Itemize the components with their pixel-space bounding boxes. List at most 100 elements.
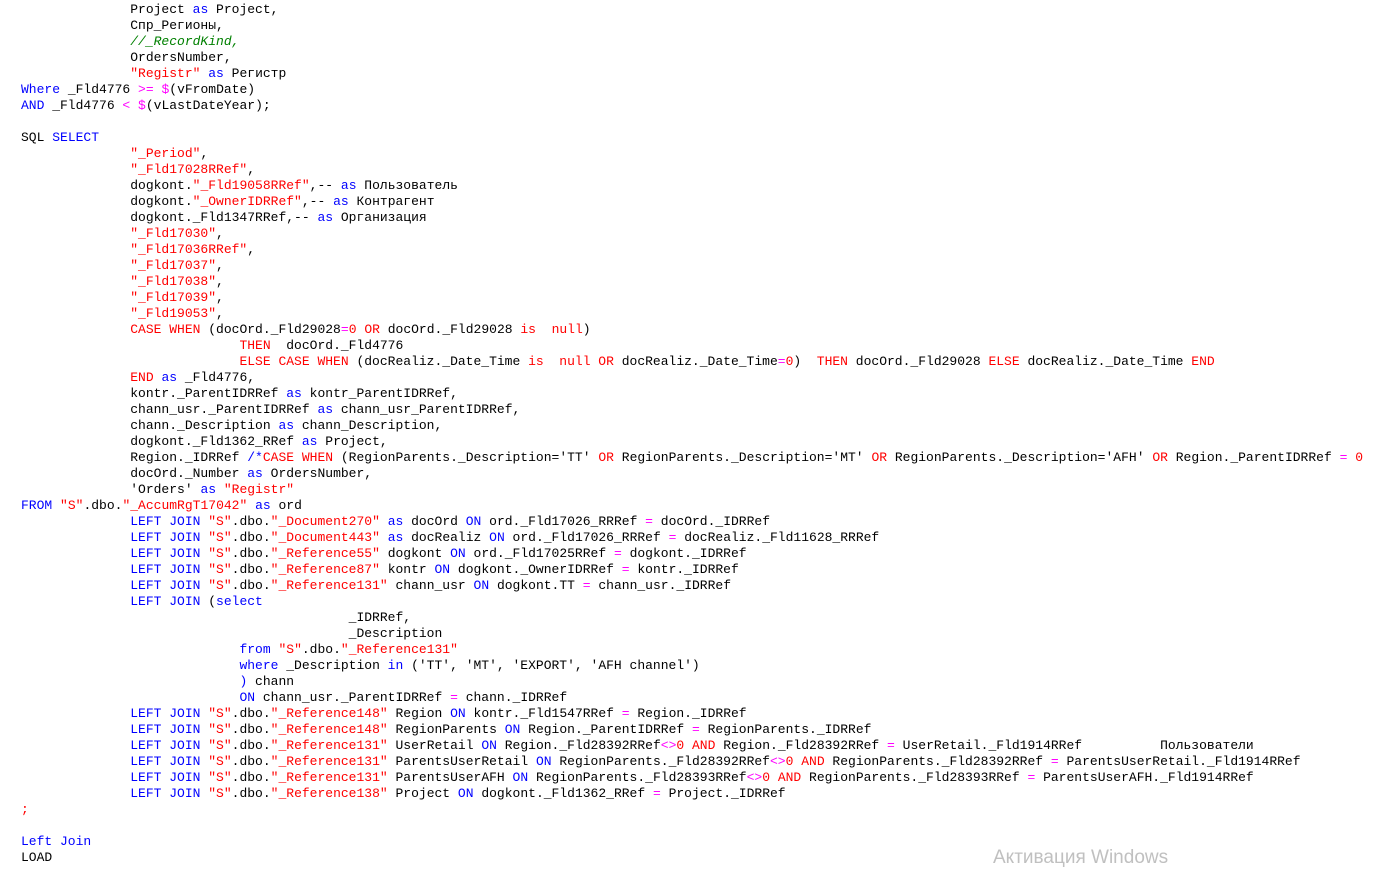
code-line: LEFT JOIN (select — [21, 594, 1363, 610]
code-token: Пользователь — [356, 178, 458, 193]
code-token: chann_usr._ParentIDRRef — [21, 402, 318, 417]
code-token: = — [1050, 754, 1059, 769]
code-line: END as _Fld4776, — [21, 370, 1363, 386]
code-line: "Registr" as Регистр — [21, 66, 1363, 82]
code-token: as — [200, 482, 217, 497]
code-token: "_Fld19058RRef" — [192, 178, 310, 193]
script-editor[interactable]: Project as Project, Спр_Регионы, //_Reco… — [0, 0, 1394, 869]
code-token: "_Reference148" — [270, 706, 388, 721]
code-token: ( — [200, 594, 217, 609]
code-token: ON — [512, 770, 529, 785]
code-line: ELSE CASE WHEN (docRealiz._Date_Time is … — [21, 354, 1363, 370]
code-token: ON — [450, 546, 466, 561]
code-token: ON — [239, 690, 256, 705]
code-token: kontr._Fld1547RRef — [465, 706, 622, 721]
code-token: FROM — [21, 498, 53, 513]
code-token: AND — [21, 98, 45, 113]
code-token: = — [582, 578, 591, 593]
code-token: dogkont. — [21, 178, 193, 193]
code-token: 0 — [762, 770, 770, 785]
code-token: ON — [535, 754, 552, 769]
code-token: OR — [364, 322, 380, 337]
code-token: (vFromDate) — [169, 82, 256, 97]
code-token: UserRetail._Fld1914RRef Пользователи — [894, 738, 1254, 753]
code-token: "_Reference131" — [270, 738, 388, 753]
code-token: LEFT JOIN — [130, 738, 201, 753]
code-token: AND — [777, 770, 802, 785]
code-token: chann._Description — [21, 418, 279, 433]
code-line: "_Period", — [21, 146, 1363, 162]
code-line: dogkont._Fld1347RRef,-- as Организация — [21, 210, 1363, 226]
code-token: ON — [465, 514, 482, 529]
code-token: ON — [457, 786, 474, 801]
code-line: "_Fld17037", — [21, 258, 1363, 274]
code-token: docRealiz — [403, 530, 490, 545]
code-token: = — [450, 690, 458, 705]
code-line: "_Fld17039", — [21, 290, 1363, 306]
code-token: OR — [598, 450, 614, 465]
code-token: docOrd._IDRRef — [652, 514, 771, 529]
code-line: THEN docOrd._Fld4776 — [21, 338, 1363, 354]
code-area[interactable]: Project as Project, Спр_Регионы, //_Reco… — [21, 2, 1363, 866]
code-token: dogkont._OwnerIDRRef — [450, 562, 622, 577]
code-token: dogkont. — [21, 194, 193, 209]
code-token: ELSE CASE WHEN — [239, 354, 349, 369]
code-token: Project, — [317, 434, 388, 449]
code-token: .dbo. — [231, 562, 271, 577]
code-token: chann_usr._IDRRef — [590, 578, 732, 593]
code-token: = — [340, 322, 349, 337]
code-token: = — [652, 786, 661, 801]
code-line: dogkont._Fld1362_RRef as Project, — [21, 434, 1363, 450]
code-token: OrdersNumber, — [262, 466, 373, 481]
code-token: ON — [473, 578, 490, 593]
code-token: ON — [450, 706, 466, 721]
code-line: CASE WHEN (docOrd._Fld29028=0 OR docOrd.… — [21, 322, 1363, 338]
code-token: in — [387, 658, 404, 673]
code-line: LEFT JOIN "S".dbo."_Reference55" dogkont… — [21, 546, 1363, 562]
code-token: docOrd._Fld29028 — [848, 354, 989, 369]
code-token: LEFT JOIN — [130, 754, 201, 769]
code-line: LEFT JOIN "S".dbo."_Reference131" Parent… — [21, 754, 1363, 770]
code-token: _Fld4776 — [44, 98, 123, 113]
code-token: as — [208, 66, 224, 81]
code-token: RegionParents._Description= — [613, 450, 833, 465]
code-token: ON — [489, 530, 505, 545]
code-token: RegionParents._Fld28392RRef — [824, 754, 1051, 769]
code-line: LEFT JOIN "S".dbo."_Reference87" kontr O… — [21, 562, 1363, 578]
code-token: "S" — [208, 706, 232, 721]
code-token: , — [247, 242, 256, 257]
code-token: /* — [247, 450, 263, 465]
code-token: END — [1191, 354, 1215, 369]
code-token: "S" — [208, 530, 232, 545]
code-token: ELSE — [988, 354, 1020, 369]
code-token: as — [387, 530, 404, 545]
code-token: kontr._ParentIDRRef — [21, 386, 287, 401]
code-token: docOrd._Number — [21, 466, 248, 481]
code-token: dogkont — [379, 546, 451, 561]
code-token: dogkont._IDRRef — [621, 546, 747, 561]
code-token: Организация — [333, 210, 427, 225]
code-token: is null — [520, 322, 583, 337]
code-token: AND — [801, 754, 825, 769]
code-token: = — [621, 706, 630, 721]
code-line: LEFT JOIN "S".dbo."_Reference148" Region… — [21, 722, 1363, 738]
code-token: LEFT JOIN — [130, 562, 201, 577]
code-token: chann._IDRRef — [457, 690, 568, 705]
code-token: <> — [746, 770, 763, 785]
code-line: _IDRRef, — [21, 610, 1363, 626]
code-line: kontr._ParentIDRRef as kontr_ParentIDRRe… — [21, 386, 1363, 402]
code-token: "S" — [60, 498, 84, 513]
code-token: LEFT JOIN — [130, 706, 201, 721]
